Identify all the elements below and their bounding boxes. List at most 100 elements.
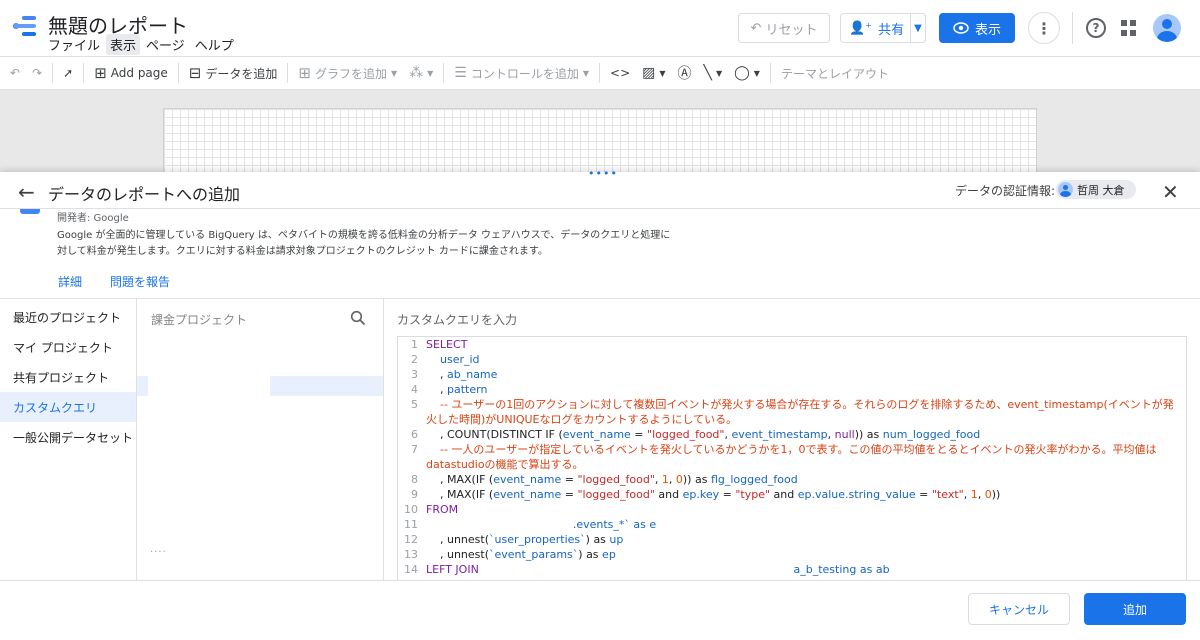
nav-public-datasets[interactable]: 一般公開データセット — [0, 422, 136, 452]
code-text: -- ユーザーの1回のアクションに対して複数回イベントが発火する場合が存在する。… — [422, 397, 1182, 427]
code-line[interactable]: 10 FROM — [398, 502, 1186, 517]
code-token: , — [827, 428, 835, 441]
code-text: , pattern — [422, 382, 1182, 397]
code-token: ) as — [585, 533, 610, 546]
code-token: ) as — [578, 548, 603, 561]
divider — [443, 63, 445, 83]
code-token: ep.value.string_value — [797, 488, 916, 501]
add-page-button[interactable]: ⊞ Add page — [88, 57, 174, 89]
divider — [383, 298, 384, 580]
details-link[interactable]: 詳細 — [58, 273, 82, 290]
credentials-user-name: 哲周 大倉 — [1077, 183, 1125, 197]
divider — [83, 63, 85, 83]
nav-shared-projects[interactable]: 共有プロジェクト — [0, 362, 136, 392]
code-token: 0 — [675, 473, 683, 486]
menu-page[interactable]: ページ — [142, 34, 189, 55]
code-line[interactable]: 5 -- ユーザーの1回のアクションに対して複数回イベントが発火する場合が存在す… — [398, 397, 1186, 427]
code-line[interactable]: 12 , unnest(`user_properties`) as up — [398, 532, 1186, 547]
add-chart-button[interactable]: ⊞ グラフを追加 ▼ — [292, 57, 403, 89]
reset-button[interactable]: ↶ リセット — [738, 13, 830, 43]
code-line[interactable]: 14 LEFT JOIN a_b_testing as ab — [398, 562, 1186, 577]
data-studio-logo-icon[interactable] — [12, 14, 38, 38]
code-line[interactable]: 1 SELECT — [398, 337, 1186, 352]
add-control-button[interactable]: ☰ コントロールを追加 ▼ — [448, 57, 595, 89]
line-number: 14 — [404, 563, 418, 576]
search-icon[interactable] — [350, 310, 366, 326]
help-icon[interactable]: ? — [1086, 18, 1106, 38]
connector-publisher: 開発者: Google — [57, 213, 129, 224]
community-viz-button[interactable]: ⁂ ▼ — [403, 57, 439, 89]
add-page-icon: ⊞ — [94, 64, 107, 82]
report-page-canvas[interactable] — [163, 108, 1037, 172]
image-button[interactable]: ▨ ▼ — [636, 57, 671, 89]
select-cursor-icon[interactable]: ➚ — [57, 57, 79, 89]
code-token: up — [609, 533, 624, 546]
nav-recent-projects[interactable]: 最近のプロジェクト — [0, 302, 136, 332]
code-line[interactable]: 4 , pattern — [398, 382, 1186, 397]
text-box-icon[interactable]: Ⓐ — [672, 57, 698, 89]
line-number: 13 — [404, 548, 418, 561]
share-button[interactable]: 👤⁺ 共有 ▼ — [840, 13, 926, 43]
line-number: 5 — [411, 398, 418, 411]
code-text: , ab_name — [422, 367, 1182, 382]
report-issue-link[interactable]: 問題を報告 — [110, 273, 170, 290]
embed-url-icon[interactable]: <> — [604, 57, 636, 89]
credentials-user-chip[interactable]: 哲周 大倉 — [1056, 180, 1136, 199]
redo-icon[interactable]: ↷ — [26, 57, 48, 89]
view-button[interactable]: 表示 — [939, 13, 1015, 43]
code-text: , COUNT(DISTINCT IF (event_name = "logge… — [422, 427, 1182, 442]
code-token: = — [561, 488, 578, 501]
code-token: "logged_food" — [577, 488, 655, 501]
menu-help[interactable]: ヘルプ — [191, 34, 238, 55]
code-token: "logged_food" — [647, 428, 725, 441]
line-button[interactable]: ╲ ▼ — [698, 57, 729, 89]
code-line[interactable]: 7 -- 一人のユーザーが指定しているイベントを発火しているかどうかを1，0で表… — [398, 442, 1186, 472]
code-text: .events_*` as e — [422, 517, 1182, 532]
code-line[interactable]: 11 .events_*` as e — [398, 517, 1186, 532]
back-arrow-icon[interactable]: ← — [18, 180, 35, 204]
code-token: SELECT — [426, 338, 468, 351]
code-token: 0 — [984, 488, 992, 501]
sql-query-editor[interactable]: 1 SELECT 2 user_id 3 , ab_name 4 , pattern 5 … — [397, 336, 1187, 580]
code-token: and — [654, 488, 683, 501]
menu-file[interactable]: ファイル — [44, 34, 104, 55]
close-icon[interactable]: ✕ — [1162, 180, 1179, 204]
add-data-button[interactable]: ⊟ データを追加 — [183, 57, 284, 89]
code-line[interactable]: 2 user_id — [398, 352, 1186, 367]
code-line[interactable]: 8 , MAX(IF (event_name = "logged_food", … — [398, 472, 1186, 487]
code-line[interactable]: 9 , MAX(IF (event_name = "logged_food" a… — [398, 487, 1186, 502]
apps-grid-icon[interactable] — [1121, 20, 1137, 36]
code-token: .events_*` as — [426, 518, 650, 531]
add-button[interactable]: 追加 — [1084, 593, 1186, 625]
code-text: SELECT — [422, 337, 1182, 352]
code-text: user_id — [422, 352, 1182, 367]
code-line[interactable]: 6 , COUNT(DISTINCT IF (event_name = "log… — [398, 427, 1186, 442]
more-options-icon[interactable]: ⋮ — [1028, 12, 1060, 44]
code-text: , unnest(`user_properties`) as up — [422, 532, 1182, 547]
cancel-button[interactable]: キャンセル — [968, 593, 1070, 625]
line-icon: ╲ — [703, 65, 712, 81]
chevron-down-icon: ▼ — [390, 68, 398, 78]
code-token: flg_logged_food — [710, 473, 798, 486]
code-line[interactable]: 3 , ab_name — [398, 367, 1186, 382]
menu-view[interactable]: 表示 — [106, 34, 141, 55]
share-label: 共有 — [878, 22, 905, 38]
nav-my-projects[interactable]: マイ プロジェクト — [0, 332, 136, 362]
user-avatar-icon — [1058, 182, 1073, 197]
code-text: -- 一人のユーザーが指定しているイベントを発火しているかどうかを1，0で表す。… — [422, 442, 1182, 472]
bigquery-connector-icon — [20, 209, 40, 214]
share-dropdown-caret-icon[interactable]: ▼ — [911, 23, 925, 34]
connector-description: Google が全面的に管理している BigQuery は、ペタバイトの規模を誇… — [57, 230, 671, 257]
nav-custom-query[interactable]: カスタムクエリ — [0, 392, 136, 422]
line-number: 6 — [411, 428, 418, 441]
add-control-label: コントロールを追加 — [470, 66, 579, 81]
theme-layout-button[interactable]: テーマとレイアウト — [775, 57, 895, 89]
divider — [599, 63, 601, 83]
account-avatar[interactable] — [1153, 14, 1181, 42]
shape-button[interactable]: ◯ ▼ — [728, 57, 766, 89]
undo-icon[interactable]: ↶ — [0, 57, 26, 89]
panel-resize-handle[interactable]: •••• — [588, 168, 617, 180]
code-text: , MAX(IF (event_name = "logged_food" and… — [422, 487, 1182, 502]
divider — [0, 208, 1200, 209]
code-line[interactable]: 13 , unnest(`event_params`) as ep — [398, 547, 1186, 562]
